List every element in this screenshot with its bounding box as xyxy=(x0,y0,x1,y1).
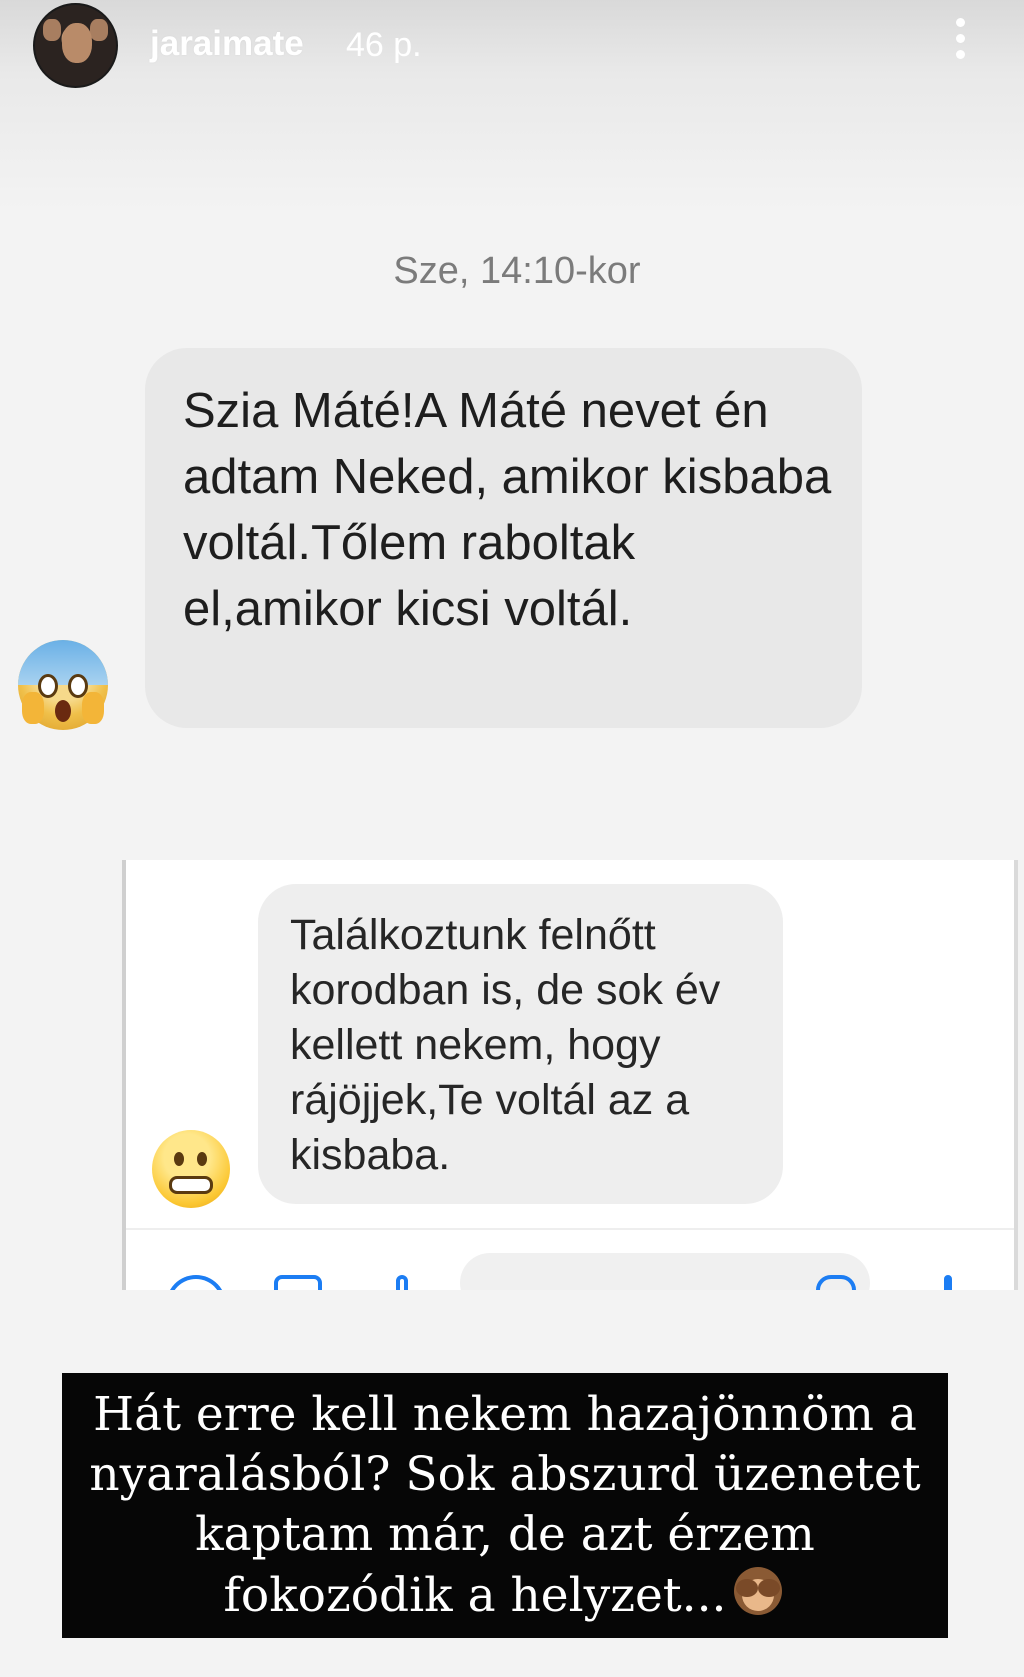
message-input xyxy=(460,1253,870,1290)
story-caption: Hát erre kell nekem hazajönnöm a nyaralá… xyxy=(62,1373,948,1638)
more-options-icon[interactable] xyxy=(950,18,970,68)
microphone-icon xyxy=(396,1275,408,1290)
grimacing-face-emoji-icon xyxy=(152,1130,230,1208)
like-icon xyxy=(944,1275,952,1290)
message-1-text: Szia Máté!A Máté nevet én adtam Neked, a… xyxy=(183,384,832,636)
message-2-text: Találkoztunk felnőtt korodban is, de sok… xyxy=(290,911,721,1179)
emoji-icon xyxy=(816,1275,856,1290)
story-header: jaraimate 46 p. xyxy=(0,0,1024,210)
profile-avatar[interactable] xyxy=(33,3,118,88)
story-time-ago: 46 p. xyxy=(346,26,422,64)
messenger-toolbar xyxy=(126,1245,1014,1290)
username[interactable]: jaraimate xyxy=(150,24,304,64)
caption-text: Hát erre kell nekem hazajönnöm a nyaralá… xyxy=(89,1387,921,1623)
message-bubble-2: Találkoztunk felnőtt korodban is, de sok… xyxy=(258,884,783,1204)
camera-icon xyxy=(274,1275,322,1290)
message-timestamp: Sze, 14:10-kor xyxy=(393,250,641,292)
see-no-evil-monkey-icon xyxy=(730,1565,786,1619)
menu-icon xyxy=(166,1275,226,1290)
screaming-face-emoji-icon xyxy=(18,640,108,730)
divider xyxy=(126,1228,1014,1230)
message-bubble-1: Szia Máté!A Máté nevet én adtam Neked, a… xyxy=(145,348,862,728)
